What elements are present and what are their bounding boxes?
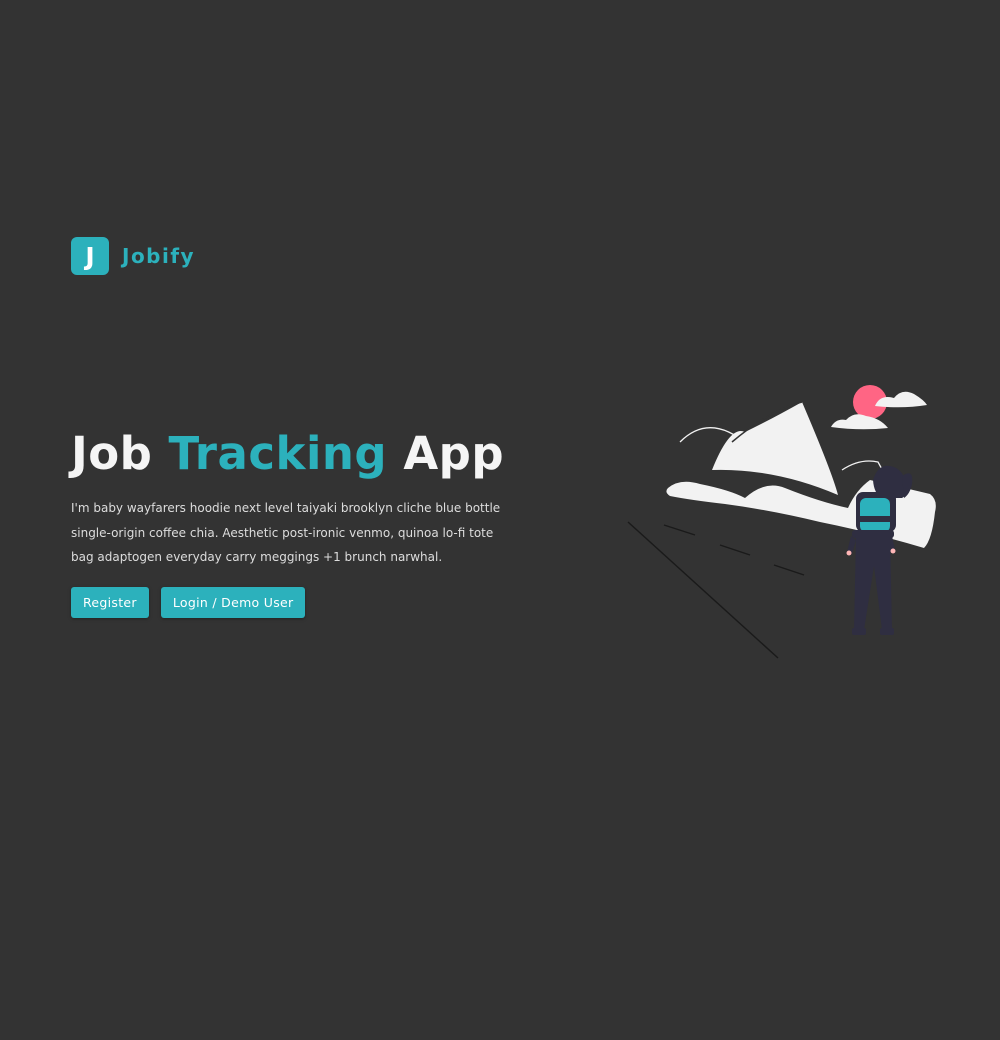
logo-icon: J <box>71 237 109 275</box>
hero-buttons: Register Login / Demo User <box>71 586 511 618</box>
title-accent-tracking: Tracking <box>168 427 388 480</box>
hero-section: Job Tracking App I'm baby wayfarers hood… <box>71 426 511 618</box>
hiker-mountains-illustration-icon <box>627 385 936 659</box>
page-title: Job Tracking App <box>71 426 511 482</box>
hero-description: I'm baby wayfarers hoodie next level tai… <box>71 501 501 564</box>
login-demo-button[interactable]: Login / Demo User <box>160 586 306 618</box>
title-part-job: Job <box>71 427 153 480</box>
logo-text: Jobify <box>122 244 196 268</box>
title-part-app: App <box>403 427 505 480</box>
mountain-icon <box>712 402 838 495</box>
hiker-icon <box>846 465 913 635</box>
cloud-icon-2 <box>831 414 888 430</box>
logo: J Jobify <box>71 237 195 275</box>
register-button[interactable]: Register <box>71 586 149 618</box>
